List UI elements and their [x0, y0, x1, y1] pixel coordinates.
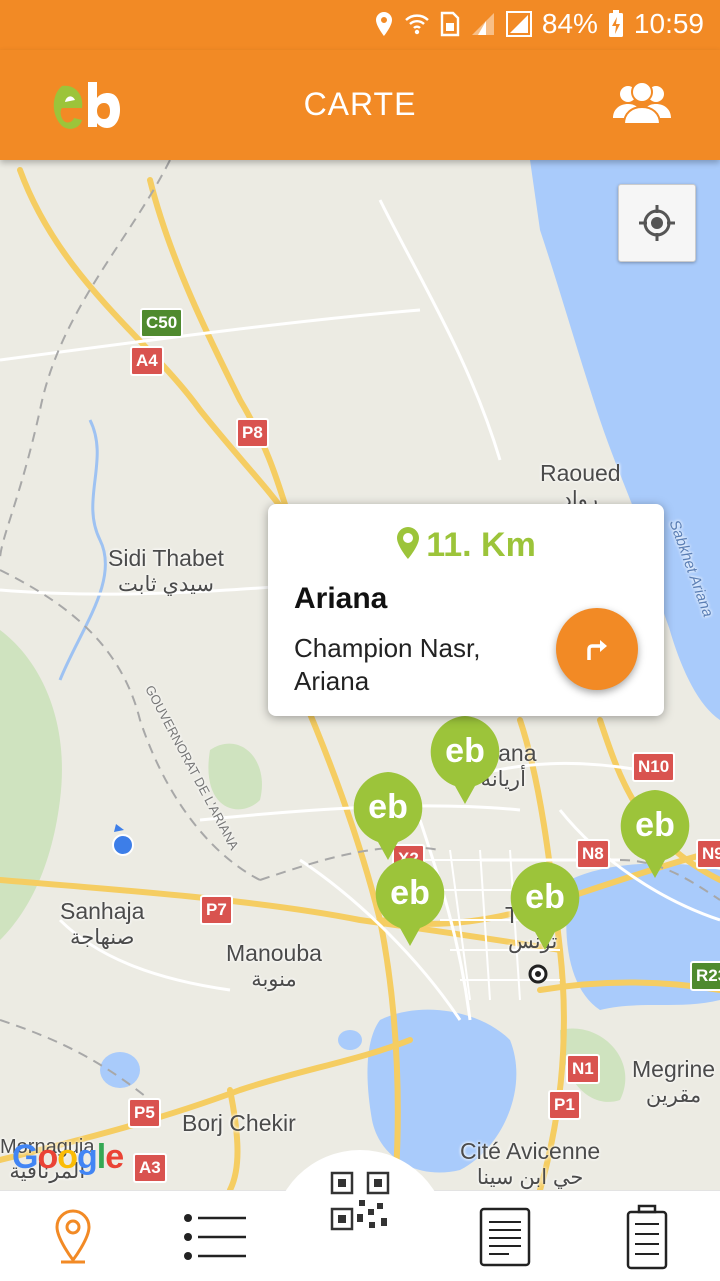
app-bar: CARTE — [0, 50, 720, 160]
road-shield: P7 — [200, 895, 233, 925]
nav-map-button[interactable] — [38, 1202, 108, 1272]
place-label: Megrine مقرين — [632, 1056, 716, 1107]
road-shield: A3 — [133, 1153, 167, 1183]
status-bar: 84% 10:59 — [0, 0, 720, 50]
document-icon — [479, 1207, 531, 1267]
place-label: Manouba منوبة — [226, 940, 322, 991]
road-shield: R23 — [690, 961, 720, 991]
users-icon[interactable] — [612, 78, 672, 128]
qr-code-icon — [330, 1171, 390, 1231]
place-label: Sanhaja صنهاجة — [60, 898, 145, 949]
road-shield: P1 — [548, 1090, 581, 1120]
directions-button[interactable] — [556, 608, 638, 690]
list-icon — [184, 1214, 246, 1260]
station-name: Ariana — [294, 582, 388, 615]
signal-icon — [471, 13, 494, 35]
location-icon — [375, 12, 392, 36]
distance-label: 11. Km — [268, 526, 664, 565]
svg-text:eb: eb — [390, 874, 430, 912]
map-pin-icon — [55, 1209, 91, 1264]
place-label: Borj Chekir — [182, 1110, 296, 1136]
station-marker[interactable]: eb — [505, 858, 585, 954]
place-label: Sidi Thabet سيدي ثابت — [108, 545, 224, 596]
road-shield: C50 — [140, 308, 184, 338]
station-marker[interactable]: eb — [348, 768, 428, 864]
station-marker[interactable]: eb — [615, 786, 695, 882]
station-info-popup[interactable]: 11. Km Ariana Champion Nasr, Ariana — [268, 504, 664, 716]
map-pin-icon — [397, 527, 420, 559]
user-location-icon — [112, 824, 134, 856]
battery-charging-icon — [608, 10, 623, 37]
road-shield: N9 — [696, 839, 720, 869]
road-shield: N10 — [632, 752, 676, 782]
battery-icon — [626, 1204, 668, 1270]
road-shield: P8 — [236, 418, 269, 448]
battery-percent: 84% — [541, 8, 598, 39]
road-shield: P5 — [128, 1098, 161, 1128]
place-label: Cité Avicenne حي ابن سينا — [460, 1138, 601, 1189]
nav-documents-button[interactable] — [470, 1202, 540, 1272]
station-marker[interactable]: eb — [370, 854, 450, 950]
svg-text:eb: eb — [445, 732, 485, 770]
google-logo: Google — [12, 1138, 124, 1176]
station-address: Champion Nasr, Ariana — [294, 633, 481, 696]
nav-list-button[interactable] — [180, 1202, 250, 1272]
svg-text:eb: eb — [368, 788, 408, 826]
road-shield: N1 — [566, 1054, 600, 1084]
signal-icon-2 — [505, 11, 532, 37]
distance-value: 11. Km — [426, 526, 536, 564]
nav-battery-button[interactable] — [612, 1202, 682, 1272]
map-view[interactable]: Raoued رواد Sidi Thabet سيدي ثابت Sanhaja ص… — [0, 160, 720, 1190]
svg-text:eb: eb — [525, 878, 565, 916]
turn-right-icon — [587, 640, 607, 660]
crosshair-icon — [639, 205, 675, 241]
svg-text:eb: eb — [635, 806, 675, 844]
clock: 10:59 — [633, 8, 704, 39]
my-location-button[interactable] — [618, 184, 696, 262]
road-shield: A4 — [130, 346, 164, 376]
station-marker[interactable]: eb — [425, 712, 505, 808]
sim-icon — [440, 11, 460, 37]
wifi-icon — [405, 14, 429, 35]
nav-qr-scan-button[interactable] — [320, 1166, 400, 1236]
city-center-icon — [528, 964, 548, 984]
